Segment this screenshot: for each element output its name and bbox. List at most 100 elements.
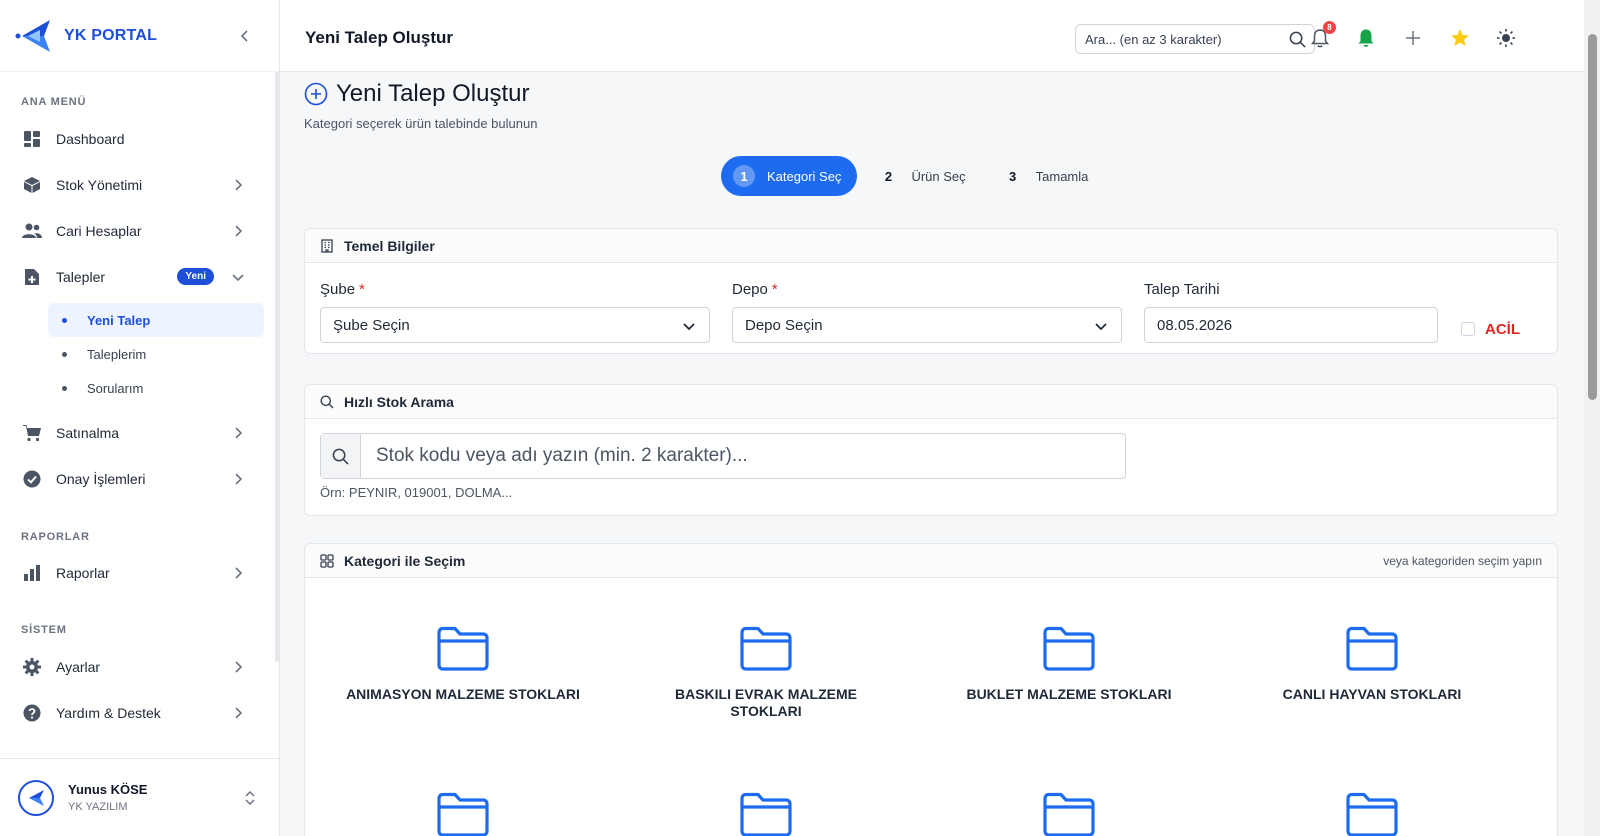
building-icon	[321, 238, 333, 253]
global-search[interactable]	[1075, 24, 1315, 54]
chevron-right-icon	[235, 179, 243, 191]
notification-count-badge: 8	[1323, 21, 1336, 34]
bullet-icon	[62, 385, 67, 391]
quick-stock-search-card: Hızlı Stok Arama Örn: PEYNIR, 019001, DO…	[304, 384, 1558, 516]
step-product[interactable]: 2 Ürün Seç	[861, 156, 981, 196]
folder-icon	[1043, 626, 1095, 671]
chevron-right-icon	[235, 661, 243, 673]
urgent-checkbox[interactable]	[1461, 322, 1475, 336]
chevron-up-down-icon[interactable]	[243, 789, 257, 807]
document-plus-icon	[22, 267, 42, 287]
quick-search-header: Hızlı Stok Arama	[305, 385, 1557, 419]
category-item[interactable]	[616, 790, 916, 836]
collapse-sidebar-icon[interactable]	[237, 28, 253, 44]
box-icon	[22, 175, 42, 195]
basic-info-card: Temel Bilgiler Şube * Şube Seçin Depo * De…	[304, 228, 1558, 354]
depot-label: Depo *	[732, 281, 778, 298]
alerts-button[interactable]	[1356, 28, 1376, 48]
avatar	[18, 779, 54, 816]
category-selection-card: Kategori ile Seçim veya kategoriden seçi…	[304, 543, 1558, 836]
avatar-logo-icon	[29, 789, 44, 806]
step-number: 3	[1009, 168, 1017, 184]
folder-icon	[437, 792, 489, 836]
page-scrollbar-thumb[interactable]	[1588, 34, 1597, 400]
sidebar-item-label: Dashboard	[56, 131, 125, 147]
brand[interactable]: YK PORTAL	[0, 0, 279, 72]
user-org: YK YAZILIM	[68, 801, 128, 813]
category-header: Kategori ile Seçim veya kategoriden seçi…	[305, 544, 1557, 578]
chevron-right-icon	[235, 707, 243, 719]
category-item[interactable]	[313, 790, 613, 836]
step-category[interactable]: 1 Kategori Seç	[721, 156, 858, 196]
users-icon	[22, 221, 42, 241]
user-profile[interactable]: Yunus KÖSE YK YAZILIM	[0, 758, 279, 836]
sidebar-item-reports[interactable]: Raporlar	[10, 553, 262, 593]
branch-select[interactable]: Şube Seçin	[320, 307, 710, 343]
plus-icon	[1406, 31, 1420, 45]
stock-search-hint: Örn: PEYNIR, 019001, DOLMA...	[320, 485, 513, 500]
global-search-input[interactable]	[1085, 31, 1285, 47]
star-icon	[1451, 29, 1469, 46]
sidebar-subitem-new-request[interactable]: Yeni Talep	[48, 303, 264, 337]
step-label: Ürün Seç	[911, 168, 966, 184]
sidebar-item-help[interactable]: Yardım & Destek	[10, 693, 262, 733]
sidebar-item-stock[interactable]: Stok Yönetimi	[10, 165, 262, 205]
help-icon	[22, 703, 42, 723]
sidebar-item-dashboard[interactable]: Dashboard	[10, 119, 262, 159]
user-name: Yunus KÖSE	[68, 782, 148, 797]
section-title-system: SİSTEM	[21, 624, 67, 636]
category-item[interactable]: CANLI HAYVAN STOKLARI	[1222, 624, 1522, 703]
urgent-label[interactable]: ACİL	[1485, 321, 1520, 338]
chevron-down-icon	[683, 323, 695, 331]
add-button[interactable]	[1403, 28, 1423, 48]
sidebar-item-label: Ayarlar	[56, 659, 101, 675]
topbar-title: Yeni Talep Oluştur	[305, 28, 453, 47]
stepper: 1 Kategori Seç 2 Ürün Seç 3 Tamamla	[721, 156, 1108, 196]
cart-icon	[22, 423, 42, 443]
page-title-row: Yeni Talep Oluştur	[304, 80, 529, 108]
search-icon	[320, 395, 334, 408]
section-title-main: ANA MENÜ	[21, 96, 87, 108]
step-label: Tamamla	[1035, 168, 1089, 184]
sidebar-item-accounts[interactable]: Cari Hesaplar	[10, 211, 262, 251]
sidebar-item-requests[interactable]: Talepler Yeni	[10, 257, 262, 297]
page-scrollbar[interactable]	[1584, 0, 1600, 836]
folder-icon	[1043, 792, 1095, 836]
sidebar-item-approvals[interactable]: Onay İşlemleri	[10, 459, 262, 499]
dashboard-icon	[22, 129, 42, 149]
subitem-label: Yeni Talep	[87, 312, 151, 328]
category-hint: veya kategoriden seçim yapın	[1383, 554, 1542, 568]
topbar: Yeni Talep Oluştur 8	[280, 0, 1584, 72]
category-item[interactable]	[919, 790, 1219, 836]
section-title-reports: RAPORLAR	[21, 531, 90, 543]
bullet-icon	[62, 351, 67, 357]
step-complete[interactable]: 3 Tamamla	[986, 156, 1105, 196]
theme-toggle-button[interactable]	[1496, 28, 1516, 48]
basic-info-header: Temel Bilgiler	[305, 229, 1557, 263]
request-date-input[interactable]: 08.05.2026	[1144, 307, 1438, 343]
category-item[interactable]: BUKLET MALZEME STOKLARI	[919, 624, 1219, 703]
category-item[interactable]: BASKILI EVRAK MALZEME STOKLARI	[616, 624, 916, 720]
new-badge: Yeni	[177, 268, 214, 285]
card-title: Hızlı Stok Arama	[344, 393, 454, 410]
depot-select[interactable]: Depo Seçin	[732, 307, 1122, 343]
notifications-button[interactable]: 8	[1310, 21, 1336, 48]
stock-search-group[interactable]	[320, 433, 1126, 479]
category-label: ANIMASYON MALZEME STOKLARI	[346, 686, 580, 702]
search-icon[interactable]	[1289, 31, 1306, 48]
step-number: 1	[733, 165, 755, 187]
category-item[interactable]	[1222, 790, 1522, 836]
stock-search-input[interactable]	[361, 434, 1125, 478]
sun-icon	[1497, 29, 1515, 47]
sidebar-item-purchasing[interactable]: Satınalma	[10, 413, 262, 453]
sidebar-subitem-my-questions[interactable]: Sorularım	[48, 371, 264, 405]
bar-chart-icon	[22, 563, 42, 583]
card-title: Temel Bilgiler	[344, 237, 435, 254]
sidebar-item-settings[interactable]: Ayarlar	[10, 647, 262, 687]
category-item[interactable]: ANIMASYON MALZEME STOKLARI	[313, 624, 613, 703]
folder-icon	[1346, 792, 1398, 836]
sidebar-scrollbar[interactable]	[275, 72, 279, 662]
sidebar-subitem-my-requests[interactable]: Taleplerim	[48, 337, 264, 371]
favorites-button[interactable]	[1450, 28, 1470, 48]
bullet-icon	[62, 317, 67, 323]
